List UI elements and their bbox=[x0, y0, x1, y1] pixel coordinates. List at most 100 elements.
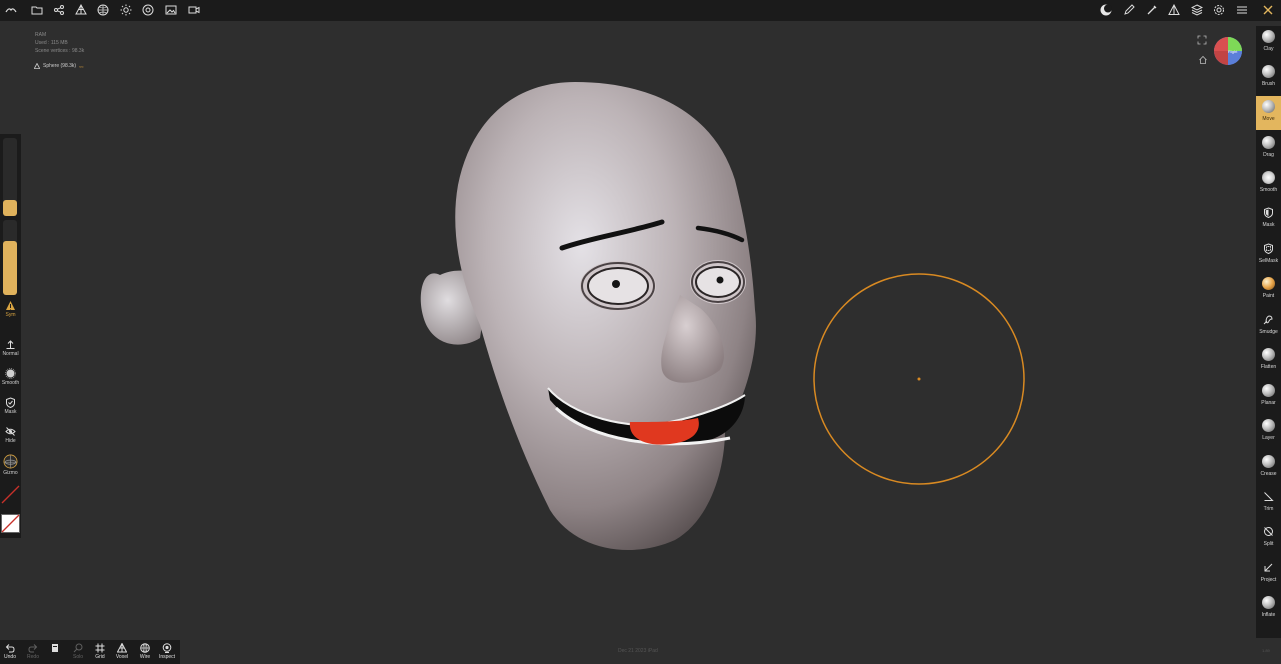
home-camera-icon[interactable] bbox=[1198, 55, 1208, 65]
menu-icon[interactable] bbox=[1234, 2, 1250, 18]
mesh-icon[interactable] bbox=[73, 2, 89, 18]
fullscreen-icon[interactable] bbox=[1197, 35, 1207, 45]
tools-icon[interactable] bbox=[1260, 2, 1276, 18]
smooth-icon bbox=[5, 368, 16, 379]
settings-icon[interactable] bbox=[1211, 2, 1227, 18]
brush-brush[interactable]: Brush bbox=[1256, 61, 1281, 95]
brush-clay[interactable]: Clay bbox=[1256, 26, 1281, 60]
inspect-button[interactable]: Inspect bbox=[156, 643, 178, 660]
brush-crease[interactable]: Crease bbox=[1256, 451, 1281, 485]
split-brush-icon bbox=[1262, 525, 1275, 538]
brush-label: Layer bbox=[1262, 435, 1275, 441]
scene-object-item[interactable]: Sphere (98.3k) ≈≈ bbox=[34, 63, 83, 69]
brush-label: Smudge bbox=[1259, 329, 1278, 335]
brush-move[interactable]: Move bbox=[1256, 96, 1281, 130]
radius-slider-fill bbox=[3, 200, 17, 216]
smooth-toggle-button[interactable]: Smooth bbox=[0, 368, 21, 386]
top-toolbar bbox=[0, 0, 1281, 21]
wireframe-triangle-icon[interactable] bbox=[1166, 2, 1182, 18]
voxel-button[interactable]: Voxel bbox=[111, 643, 133, 660]
brush-label: Planar bbox=[1261, 400, 1276, 406]
gizmo-icon bbox=[3, 454, 18, 469]
ram-label: RAM bbox=[35, 32, 47, 38]
solo-icon bbox=[73, 643, 83, 653]
normal-label: Normal bbox=[2, 351, 19, 357]
solo-label: Solo bbox=[72, 654, 83, 660]
camera-icon[interactable] bbox=[186, 2, 202, 18]
solo-button[interactable]: Solo bbox=[67, 643, 89, 660]
brush-inflate[interactable]: Inflate bbox=[1256, 592, 1281, 626]
undo-label: Undo bbox=[4, 654, 16, 660]
brush-label: Split bbox=[1263, 541, 1274, 547]
brush-project[interactable]: Project bbox=[1256, 557, 1281, 591]
logo-icon[interactable] bbox=[3, 2, 19, 18]
brush-label: Clay bbox=[1263, 46, 1274, 52]
scene-object-badge: ≈≈ bbox=[79, 63, 84, 69]
brush-label: Project bbox=[1260, 577, 1277, 583]
grid-icon bbox=[95, 643, 105, 653]
grid-button[interactable]: Grid bbox=[89, 643, 111, 660]
material-icon[interactable] bbox=[140, 2, 156, 18]
radius-slider[interactable] bbox=[3, 138, 17, 216]
brush-mask[interactable]: Mask bbox=[1256, 202, 1281, 236]
layers-icon[interactable] bbox=[1189, 2, 1205, 18]
hide-label: Hide bbox=[5, 438, 16, 444]
brush-selmask[interactable]: SelMask bbox=[1256, 238, 1281, 272]
brush-label: Paint bbox=[1262, 293, 1275, 299]
intensity-slider-fill bbox=[3, 241, 17, 295]
undo-button[interactable]: Undo bbox=[0, 643, 21, 660]
brush-label: Move bbox=[1262, 116, 1275, 122]
wire-button[interactable]: Wire bbox=[134, 643, 156, 660]
brush-label: Trim bbox=[1263, 506, 1274, 512]
normal-button[interactable]: Normal bbox=[0, 339, 21, 357]
hide-button[interactable]: Hide bbox=[0, 426, 21, 444]
brush-label: Crease bbox=[1260, 471, 1277, 477]
stroke-icon[interactable] bbox=[1144, 2, 1160, 18]
crease-brush-icon bbox=[1262, 455, 1275, 468]
status-timestamp: Dec 21 2023 iPad bbox=[618, 648, 658, 654]
brush-label: Mask bbox=[1262, 222, 1275, 228]
sun-icon[interactable] bbox=[118, 2, 134, 18]
brush-trim[interactable]: Trim bbox=[1256, 486, 1281, 520]
scene-graph-icon[interactable] bbox=[51, 2, 67, 18]
symmetry-icon bbox=[6, 301, 15, 310]
gizmo-button[interactable]: Gizmo bbox=[0, 454, 21, 476]
redo-button[interactable]: Redo bbox=[22, 643, 44, 660]
folder-icon[interactable] bbox=[29, 2, 45, 18]
brush-flatten[interactable]: Flatten bbox=[1256, 344, 1281, 378]
left-toolbar: Sym Normal Smooth Mask Hide Gizmo bbox=[0, 134, 21, 538]
clay-brush-icon bbox=[1262, 30, 1275, 43]
selmask-brush-icon bbox=[1262, 242, 1275, 255]
brush-smooth[interactable]: Smooth bbox=[1256, 167, 1281, 201]
mask-brush-icon bbox=[1262, 206, 1275, 219]
redo-label: Redo bbox=[27, 654, 39, 660]
stroke-color-swatch[interactable] bbox=[1, 485, 20, 504]
intensity-slider[interactable] bbox=[3, 220, 17, 295]
sculpt-head-model[interactable] bbox=[400, 70, 780, 570]
inspect-icon bbox=[162, 643, 172, 653]
pencil-icon[interactable] bbox=[1121, 2, 1137, 18]
fill-color-swatch[interactable] bbox=[1, 514, 20, 533]
grid-label: Grid bbox=[95, 654, 105, 660]
brush-drag[interactable]: Drag bbox=[1256, 132, 1281, 166]
inflate-brush-icon bbox=[1262, 596, 1275, 609]
brush-layer[interactable]: Layer bbox=[1256, 415, 1281, 449]
mask-toggle-button[interactable]: Mask bbox=[0, 397, 21, 415]
image-icon[interactable] bbox=[163, 2, 179, 18]
brush-planar[interactable]: Planar bbox=[1256, 380, 1281, 414]
wireframe-sphere-icon bbox=[140, 643, 150, 653]
delete-button[interactable] bbox=[44, 643, 66, 654]
brush-split[interactable]: Split bbox=[1256, 521, 1281, 555]
brush-label: Smooth bbox=[1259, 187, 1278, 193]
flatten-brush-icon bbox=[1262, 348, 1275, 361]
symmetry-button[interactable]: Sym bbox=[0, 300, 21, 318]
trim-brush-icon bbox=[1262, 490, 1275, 503]
drag-brush-icon bbox=[1262, 136, 1275, 149]
brush-paint[interactable]: Paint bbox=[1256, 273, 1281, 307]
moon-render-icon[interactable] bbox=[1098, 2, 1114, 18]
app-version: 1.89 bbox=[1262, 648, 1270, 653]
topology-icon[interactable] bbox=[95, 2, 111, 18]
brush-smudge[interactable]: Smudge bbox=[1256, 309, 1281, 343]
scene-object-name: Sphere (98.3k) bbox=[43, 63, 77, 69]
smooth-label: Smooth bbox=[1, 380, 20, 386]
